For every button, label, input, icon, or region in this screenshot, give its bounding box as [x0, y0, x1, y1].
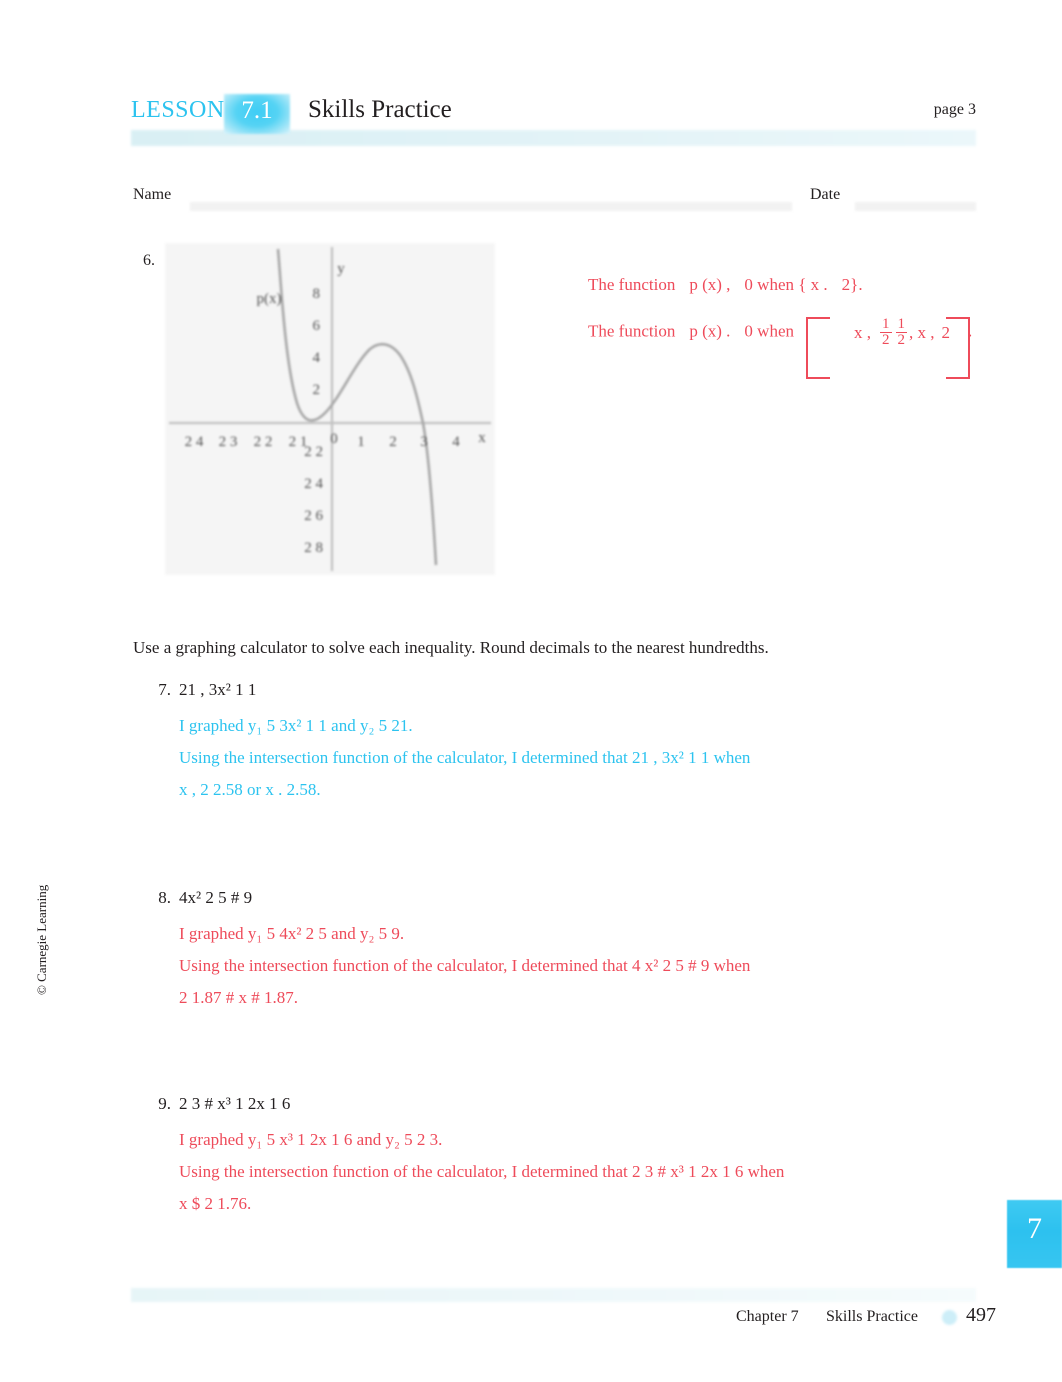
svg-text:2: 2	[313, 382, 321, 398]
system-left-bracket	[806, 317, 830, 379]
system-row-top-fraction: 12	[880, 316, 892, 349]
name-label: Name	[133, 186, 172, 203]
svg-text:2 8: 2 8	[304, 540, 323, 556]
fraction-numerator: 1	[897, 316, 906, 332]
question-6-number: 6.	[143, 252, 155, 269]
svg-text:3: 3	[420, 434, 428, 450]
question-7-number: 7.	[158, 680, 171, 699]
footer-section: Skills Practice	[826, 1308, 918, 1325]
footer-page-number: 497	[966, 1304, 996, 1326]
question-8-work-line-1: I graphed y₁ 5 4x² 2 5 and y₂ 5 9.	[179, 924, 405, 943]
fraction-numerator: 1	[882, 316, 890, 332]
system-row-top-variable: x ,	[854, 322, 871, 342]
question-6-answer: The function p (x) , 0 when { x . 2}. The f…	[588, 258, 988, 379]
question-9-work: I graphed y₁ 5 x³ 1 2x 1 6 and y₂ 5 2 3.…	[179, 1124, 1023, 1220]
system-row-bottom: 12, x ,2	[894, 316, 950, 348]
page-indicator: page 3	[933, 101, 976, 118]
question-7-work: I graphed y₁ 5 3x² 1 1 and y₂ 5 21. Usin…	[179, 710, 1023, 806]
svg-text:8: 8	[313, 286, 321, 302]
footer-accent-bar	[131, 1288, 976, 1302]
answer-line-1-lead: The function	[588, 275, 676, 294]
name-input-rule[interactable]	[190, 202, 792, 211]
system-row-bottom-middle: , x ,	[909, 322, 935, 342]
question-9-work-line-3: x $ 2 1.76.	[179, 1194, 252, 1213]
footer-chapter: Chapter 7	[736, 1308, 799, 1325]
question-9-work-line-2: Using the intersection function of the c…	[179, 1162, 785, 1181]
answer-line-1-tail: 2}.	[841, 275, 863, 294]
instruction-text: Use a graphing calculator to solve each …	[133, 638, 769, 657]
svg-text:4: 4	[313, 350, 321, 366]
question-9-stem: 2 3 # x³ 1 2x 1 6	[179, 1094, 291, 1113]
svg-text:2 1: 2 1	[289, 434, 308, 450]
answer-line-2-lead: The function	[588, 321, 676, 341]
function-graph-p-of-x: 8 6 4 2 2 2 2 4 2 6 2 8 2 4 2 3 2 2 2 1 …	[169, 247, 491, 571]
answer-line-2: The function p (x) .0 when x ,1212, x ,2.	[588, 316, 988, 379]
svg-text:y: y	[337, 261, 345, 277]
question-8-work: I graphed y₁ 5 4x² 2 5 and y₂ 5 9. Using…	[179, 918, 1023, 1014]
copyright-notice: © Carnegie Learning	[34, 884, 49, 995]
question-7-work-line-1: I graphed y₁ 5 3x² 1 1 and y₂ 5 21.	[179, 716, 413, 735]
question-8-work-line-3: 2 1.87 # x # 1.87.	[179, 988, 298, 1007]
svg-text:2 6: 2 6	[304, 508, 323, 524]
question-8-number: 8.	[158, 888, 171, 907]
lesson-number: 7.1	[241, 97, 273, 124]
question-8-work-line-2: Using the intersection function of the c…	[179, 956, 751, 975]
page-header: LESSON 7.1 Skills Practice page 3	[0, 0, 1062, 160]
page-title: Skills Practice	[308, 96, 452, 123]
fraction-denominator: 2	[895, 332, 907, 349]
date-input-rule[interactable]	[855, 202, 976, 211]
answer-line-2-rest: 0 when	[744, 321, 794, 341]
svg-text:2 2: 2 2	[254, 434, 273, 450]
question-7-stem: 21 , 3x² 1 1	[179, 680, 257, 699]
svg-text:2 4: 2 4	[185, 434, 204, 450]
svg-text:p(x): p(x)	[257, 291, 282, 307]
svg-text:2 4: 2 4	[304, 476, 323, 492]
svg-text:x: x	[478, 430, 486, 446]
chapter-tab-number: 7	[1027, 1212, 1042, 1245]
system-right-bracket	[946, 317, 970, 379]
svg-text:0: 0	[330, 431, 338, 447]
question-9-number: 9.	[158, 1094, 171, 1113]
footer-dot-icon	[942, 1310, 957, 1325]
svg-text:2 3: 2 3	[219, 434, 238, 450]
svg-text:6: 6	[313, 318, 321, 334]
answer-line-1: The function p (x) , 0 when { x . 2}.	[588, 258, 988, 311]
svg-text:1: 1	[357, 434, 365, 450]
answer-line-2-function: p (x) .	[689, 321, 731, 341]
date-label: Date	[810, 186, 841, 203]
svg-text:4: 4	[452, 434, 460, 450]
fraction-denominator: 2	[880, 332, 892, 349]
system-row-bottom-fraction: 12	[895, 316, 907, 349]
lesson-label: LESSON	[131, 97, 225, 123]
question-9-work-line-1: I graphed y₁ 5 x³ 1 2x 1 6 and y₂ 5 2 3.	[179, 1130, 443, 1149]
answer-line-1-function: p (x) ,	[689, 275, 731, 294]
system-row-top: x , 12	[826, 316, 894, 348]
answer-line-1-rest: 0 when { x .	[744, 275, 828, 294]
system-rows: x ,1212, x ,2	[818, 316, 958, 349]
svg-text:2: 2	[389, 434, 397, 450]
system-of-inequalities: x ,1212, x ,2	[806, 316, 970, 379]
question-7-work-line-3: x , 2 2.58 or x . 2.58.	[179, 780, 321, 799]
question-7-work-line-2: Using the intersection function of the c…	[179, 748, 751, 767]
question-8-stem: 4x² 2 5 # 9	[179, 888, 253, 907]
